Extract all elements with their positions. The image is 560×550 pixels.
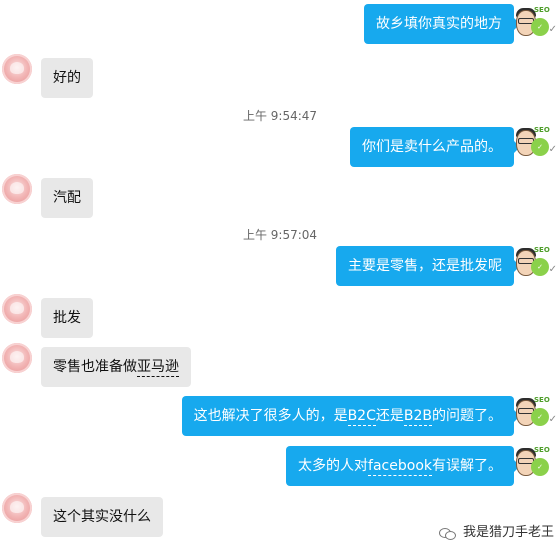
avatar-self[interactable]: SEO ✓ bbox=[516, 396, 550, 432]
avatar-self[interactable]: SEO ✓ bbox=[516, 126, 550, 162]
link-keyword[interactable]: B2B bbox=[403, 408, 432, 426]
avatar-contact[interactable] bbox=[2, 294, 32, 324]
avatar-self[interactable]: SEO ✓ bbox=[516, 6, 550, 42]
link-keyword[interactable]: facebook bbox=[368, 458, 432, 476]
message-bubble-incoming[interactable]: 汽配 bbox=[41, 178, 93, 218]
read-check-icon: ✓ bbox=[548, 414, 557, 425]
link-keyword[interactable]: B2C bbox=[347, 408, 376, 426]
timestamp: 上午 9:54:47 bbox=[242, 109, 318, 123]
seo-label: SEO bbox=[534, 6, 550, 14]
message-bubble-outgoing[interactable]: 故乡填你真实的地方 bbox=[364, 4, 520, 44]
message-bubble-outgoing[interactable]: 这也解决了很多人的，是B2C还是B2B的问题了。 bbox=[181, 396, 521, 436]
seo-label: SEO bbox=[534, 396, 550, 404]
avatar-contact[interactable] bbox=[2, 174, 32, 204]
seo-label: SEO bbox=[534, 446, 550, 454]
seo-badge-icon: ✓ bbox=[531, 408, 549, 426]
wechat-icon bbox=[438, 526, 457, 540]
timestamp: 上午 9:57:04 bbox=[242, 228, 318, 242]
message-bubble-incoming[interactable]: 这个其实没什么 bbox=[41, 497, 163, 537]
seo-badge-icon: ✓ bbox=[531, 18, 549, 36]
read-check-icon: ✓ bbox=[548, 264, 557, 275]
message-text: 太多的人对 bbox=[298, 458, 369, 474]
avatar-contact[interactable] bbox=[2, 493, 32, 523]
avatar-contact[interactable] bbox=[2, 343, 32, 373]
read-check-icon: ✓ bbox=[548, 144, 557, 155]
avatar-contact[interactable] bbox=[2, 54, 32, 84]
avatar-self[interactable]: SEO ✓ bbox=[516, 446, 550, 482]
message-text: 的问题了。 bbox=[432, 408, 502, 424]
message-bubble-incoming[interactable]: 好的 bbox=[41, 58, 93, 98]
message-bubble-outgoing[interactable]: 主要是零售，还是批发呢 bbox=[336, 246, 520, 286]
message-text: 这也解决了很多人的，是 bbox=[193, 408, 348, 424]
message-text: 还是 bbox=[375, 408, 404, 424]
seo-badge-icon: ✓ bbox=[531, 258, 549, 276]
message-bubble-outgoing[interactable]: 太多的人对facebook有误解了。 bbox=[286, 446, 520, 486]
watermark-text: 我是猎刀手老王 bbox=[462, 525, 554, 540]
message-bubble-incoming[interactable]: 批发 bbox=[41, 298, 93, 338]
message-text: 零售也准备做 bbox=[53, 359, 137, 375]
avatar-self[interactable]: SEO ✓ bbox=[516, 246, 550, 282]
seo-badge-icon: ✓ bbox=[531, 458, 549, 476]
message-text: 有误解了。 bbox=[432, 458, 502, 474]
watermark: 我是猎刀手老王 bbox=[438, 522, 554, 544]
message-bubble-outgoing[interactable]: 你们是卖什么产品的。 bbox=[350, 127, 520, 167]
read-check-icon: ✓ bbox=[548, 24, 557, 35]
seo-badge-icon: ✓ bbox=[531, 138, 549, 156]
seo-label: SEO bbox=[534, 246, 550, 254]
seo-label: SEO bbox=[534, 126, 550, 134]
message-bubble-incoming[interactable]: 零售也准备做亚马逊 bbox=[41, 347, 191, 387]
link-keyword[interactable]: 亚马逊 bbox=[137, 359, 179, 377]
